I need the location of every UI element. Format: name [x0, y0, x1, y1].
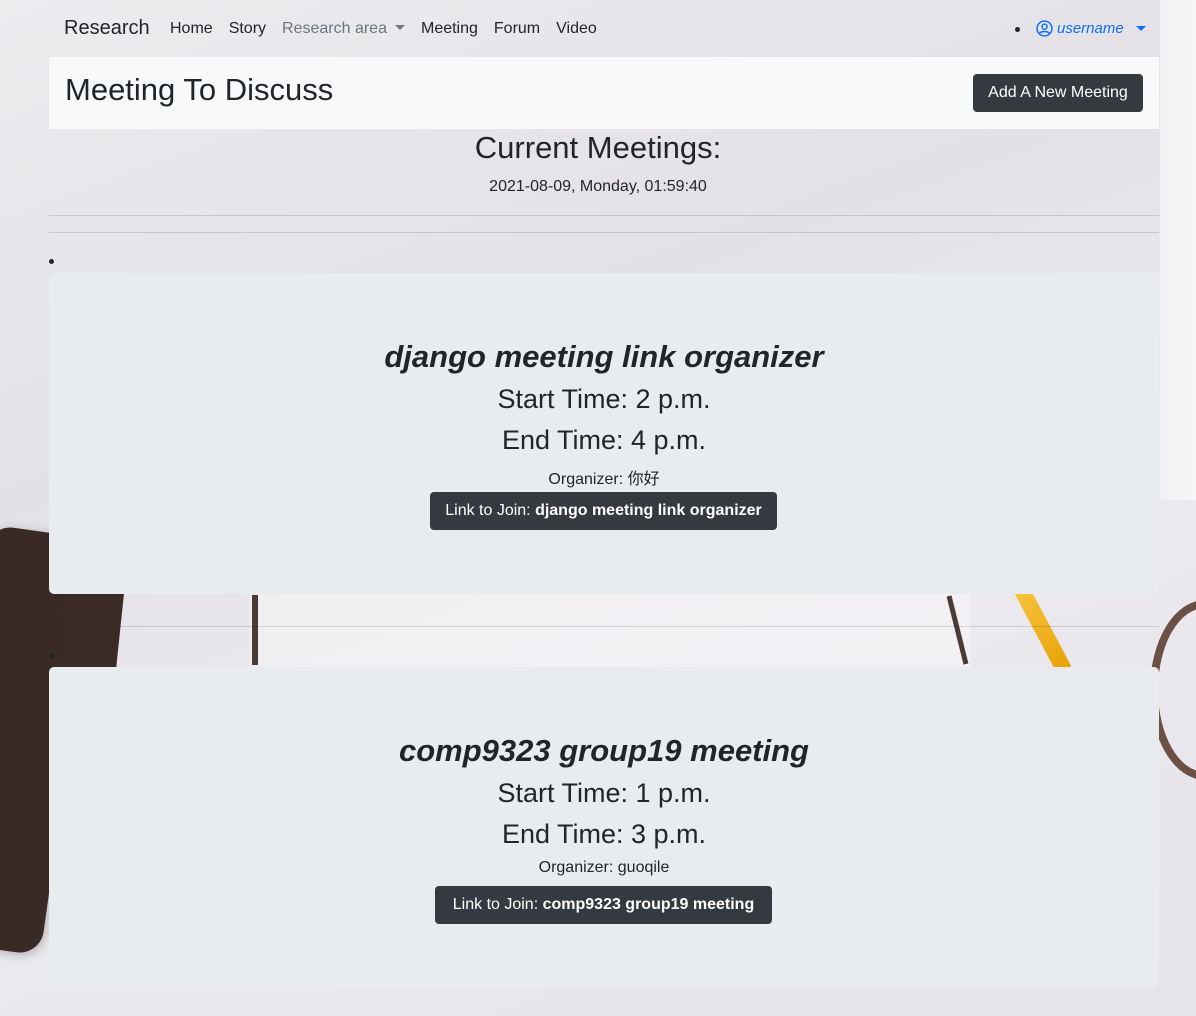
background-phone-shadow — [55, 587, 125, 673]
meeting-card: comp9323 group19 meeting Start Time: 1 p… — [49, 667, 1159, 988]
user-circle-icon — [1036, 20, 1053, 37]
meeting-organizer: Organizer: 你好 — [548, 471, 660, 488]
join-label: Link to Join: — [445, 502, 536, 519]
list-bullet — [49, 259, 54, 264]
nav-research-area-dropdown[interactable]: Research area — [282, 20, 405, 38]
join-meeting-name: django meeting link organizer — [535, 502, 762, 519]
meeting-organizer: Organizer: guoqile — [538, 859, 670, 876]
chevron-down-icon — [1135, 26, 1146, 31]
background-pencil — [1014, 586, 1072, 674]
nav-links: Home Story Research area Meeting Forum V… — [170, 20, 597, 38]
meeting-start-time: Start Time: 1 p.m. — [497, 778, 711, 808]
page-header: Meeting To Discuss Add A New Meeting — [49, 57, 1159, 129]
nav-research-area-label: Research area — [282, 20, 387, 37]
background-stripe — [252, 595, 258, 665]
background-corner — [1160, 0, 1196, 500]
nav-video-link[interactable]: Video — [556, 20, 597, 38]
user-menu-dropdown[interactable]: username — [1036, 20, 1146, 37]
join-meeting-name: comp9323 group19 meeting — [542, 896, 755, 913]
list-bullet — [1015, 27, 1020, 32]
meeting-card: django meeting link organizer Start Time… — [49, 273, 1159, 594]
background-paper — [250, 590, 970, 670]
nav-story-link[interactable]: Story — [229, 20, 266, 38]
divider — [49, 626, 1159, 627]
navbar: Research Home Story Research area Meetin… — [0, 0, 1196, 58]
chevron-down-icon — [394, 25, 405, 30]
add-meeting-button[interactable]: Add A New Meeting — [973, 74, 1143, 112]
username-label: username — [1057, 20, 1124, 37]
divider — [49, 232, 1159, 233]
nav-meeting-link[interactable]: Meeting — [421, 20, 478, 38]
current-datetime: 2021-08-09, Monday, 01:59:40 — [489, 178, 707, 195]
list-bullet — [49, 653, 54, 658]
page-title: Meeting To Discuss — [65, 72, 334, 107]
meeting-title: comp9323 group19 meeting — [398, 733, 809, 768]
divider — [49, 215, 1159, 216]
meeting-end-time: End Time: 4 p.m. — [501, 425, 707, 455]
section-title: Current Meetings: — [474, 130, 722, 165]
meeting-title: django meeting link organizer — [384, 339, 824, 374]
nav-forum-link[interactable]: Forum — [494, 20, 540, 38]
nav-home-link[interactable]: Home — [170, 20, 213, 38]
meeting-end-time: End Time: 3 p.m. — [501, 819, 707, 849]
join-meeting-button[interactable]: Link to Join: django meeting link organi… — [430, 492, 777, 530]
join-label: Link to Join: — [452, 896, 543, 913]
navbar-brand[interactable]: Research — [64, 17, 150, 40]
meeting-start-time: Start Time: 2 p.m. — [497, 384, 711, 414]
join-meeting-button[interactable]: Link to Join: comp9323 group19 meeting — [435, 886, 772, 924]
